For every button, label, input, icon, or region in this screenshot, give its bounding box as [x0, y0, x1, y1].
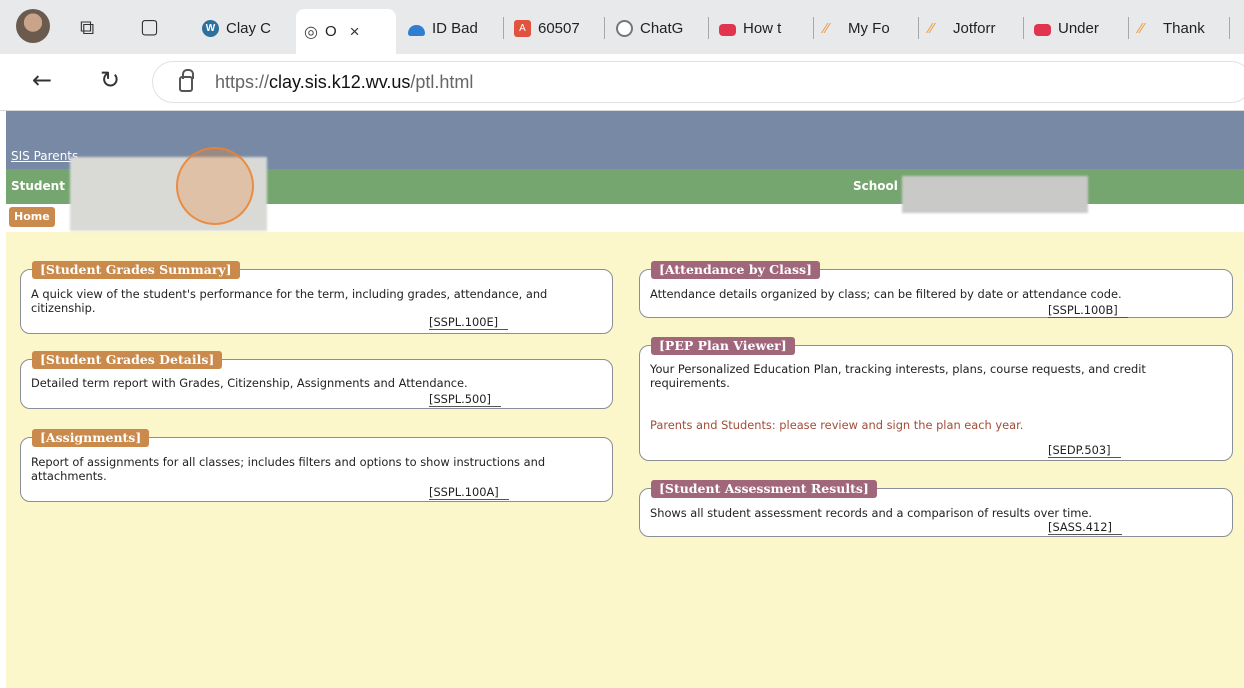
- tab-label: ChatG: [640, 19, 684, 37]
- tab-separator: [708, 17, 709, 39]
- student-grades-details-card[interactable]: [Student Grades Details] Detailed term r…: [20, 351, 613, 409]
- card-description: Your Personalized Education Plan, tracki…: [650, 362, 1146, 390]
- card-code: [SEDP.503]: [1048, 443, 1121, 458]
- tab-how-to[interactable]: How t: [711, 9, 811, 47]
- assignments-card[interactable]: [Assignments] Report of assignments for …: [20, 429, 613, 502]
- card-title[interactable]: [Attendance by Class]: [651, 261, 820, 279]
- school-label: School: [853, 179, 898, 193]
- tab-pdf[interactable]: A 60507: [506, 9, 602, 47]
- pep-plan-viewer-card[interactable]: [PEP Plan Viewer] Your Personalized Educ…: [639, 337, 1233, 461]
- tab-label: 60507: [538, 19, 580, 37]
- tab-id-badge[interactable]: ID Bad: [400, 9, 500, 47]
- tab-separator: [918, 17, 919, 39]
- profile-avatar[interactable]: [16, 9, 50, 43]
- attendance-by-class-card[interactable]: [Attendance by Class] Attendance details…: [639, 261, 1233, 318]
- address-bar[interactable]: https://clay.sis.k12.wv.us/ptl.html: [152, 61, 1244, 103]
- tab-understanding[interactable]: Under: [1026, 9, 1126, 47]
- url-path: /ptl.html: [410, 71, 474, 92]
- card-title[interactable]: [Student Grades Details]: [32, 351, 223, 369]
- tab-label: Jotforr: [953, 19, 996, 37]
- url-host: clay.sis.k12.wv.us: [269, 71, 411, 92]
- card-description: Report of assignments for all classes; i…: [31, 455, 546, 483]
- tab-separator: [813, 17, 814, 39]
- card-note: Parents and Students: please review and …: [650, 418, 1024, 432]
- card-description: A quick view of the student's performanc…: [31, 287, 548, 315]
- card-title[interactable]: [Assignments]: [32, 429, 150, 447]
- card-code: [SSPL.100E]: [429, 315, 509, 330]
- url-text: https://clay.sis.k12.wv.us/ptl.html: [215, 72, 473, 93]
- tab-my-forms[interactable]: ⁄⁄ My Fo: [816, 9, 916, 47]
- tab-thank-you[interactable]: ⁄⁄ Thank: [1131, 9, 1227, 47]
- tab-label: My Fo: [848, 19, 890, 37]
- student-label: Student: [11, 179, 65, 193]
- cloud-icon: [408, 24, 425, 36]
- card-code: [SSPL.100A]: [429, 485, 509, 500]
- card-title[interactable]: [PEP Plan Viewer]: [651, 337, 795, 355]
- card-description: Detailed term report with Grades, Citize…: [31, 376, 468, 390]
- card-description: Shows all student assessment records and…: [650, 506, 1092, 520]
- click-indicator: [176, 147, 254, 225]
- jotform-icon: ⁄⁄: [1139, 19, 1145, 37]
- wordpress-icon: W: [202, 19, 219, 37]
- tab-separator: [503, 17, 504, 39]
- student-grades-summary-card[interactable]: [Student Grades Summary] A quick view of…: [20, 261, 613, 334]
- tab-separator: [1023, 17, 1024, 39]
- chatgpt-icon: [616, 19, 633, 37]
- tab-label: Under: [1058, 19, 1099, 37]
- sis-parents-link[interactable]: SIS Parents: [11, 149, 78, 163]
- tab-jotform[interactable]: ⁄⁄ Jotforr: [921, 9, 1021, 47]
- back-arrow-icon[interactable]: ←: [32, 68, 52, 92]
- tab-label: ID Bad: [432, 19, 478, 37]
- card-code: [SSPL.100B]: [1048, 303, 1128, 318]
- tab-actions-icon[interactable]: ▢: [140, 16, 159, 36]
- video-icon: [1034, 23, 1051, 36]
- tab-separator: [1229, 17, 1230, 39]
- jotform-icon: ⁄⁄: [929, 19, 935, 37]
- jotform-icon: ⁄⁄: [824, 19, 830, 37]
- browser-toolbar: ← ↻ https://clay.sis.k12.wv.us/ptl.html: [0, 54, 1244, 111]
- redacted-school-name: [902, 176, 1088, 213]
- tab-label: Clay C: [226, 19, 272, 37]
- lock-icon[interactable]: [179, 69, 194, 92]
- card-code: [SASS.412]: [1048, 520, 1122, 535]
- tab-label: O: [324, 23, 337, 40]
- tab-label: How t: [743, 19, 782, 37]
- tab-separator: [604, 17, 605, 39]
- sis-portal-page: SIS Parents Student School Home [Student…: [6, 111, 1244, 688]
- card-description: Attendance details organized by class; c…: [650, 287, 1122, 301]
- tab-clay[interactable]: W Clay C: [194, 9, 294, 47]
- card-code: [SSPL.500]: [429, 392, 501, 407]
- browser-tab-strip: ⧉ ▢ W Clay C ◎ O × ID Bad A 60507 ChatG …: [0, 0, 1244, 54]
- tab-chatgpt[interactable]: ChatG: [608, 9, 706, 47]
- card-title[interactable]: [Student Grades Summary]: [32, 261, 240, 279]
- reload-icon[interactable]: ↻: [100, 68, 120, 92]
- url-prefix: https://: [215, 71, 270, 92]
- tab-label: Thank: [1163, 19, 1205, 37]
- wifi-icon: ◎: [304, 23, 318, 41]
- tab-separator: [1128, 17, 1129, 39]
- close-tab-icon[interactable]: ×: [350, 22, 360, 42]
- video-icon: [719, 23, 736, 36]
- workspaces-icon[interactable]: ⧉: [80, 17, 94, 37]
- card-title[interactable]: [Student Assessment Results]: [651, 480, 877, 498]
- home-button[interactable]: Home: [9, 207, 55, 227]
- student-assessment-results-card[interactable]: [Student Assessment Results] Shows all s…: [639, 480, 1233, 537]
- pdf-icon: A: [514, 19, 531, 37]
- tab-active[interactable]: ◎ O ×: [296, 9, 396, 54]
